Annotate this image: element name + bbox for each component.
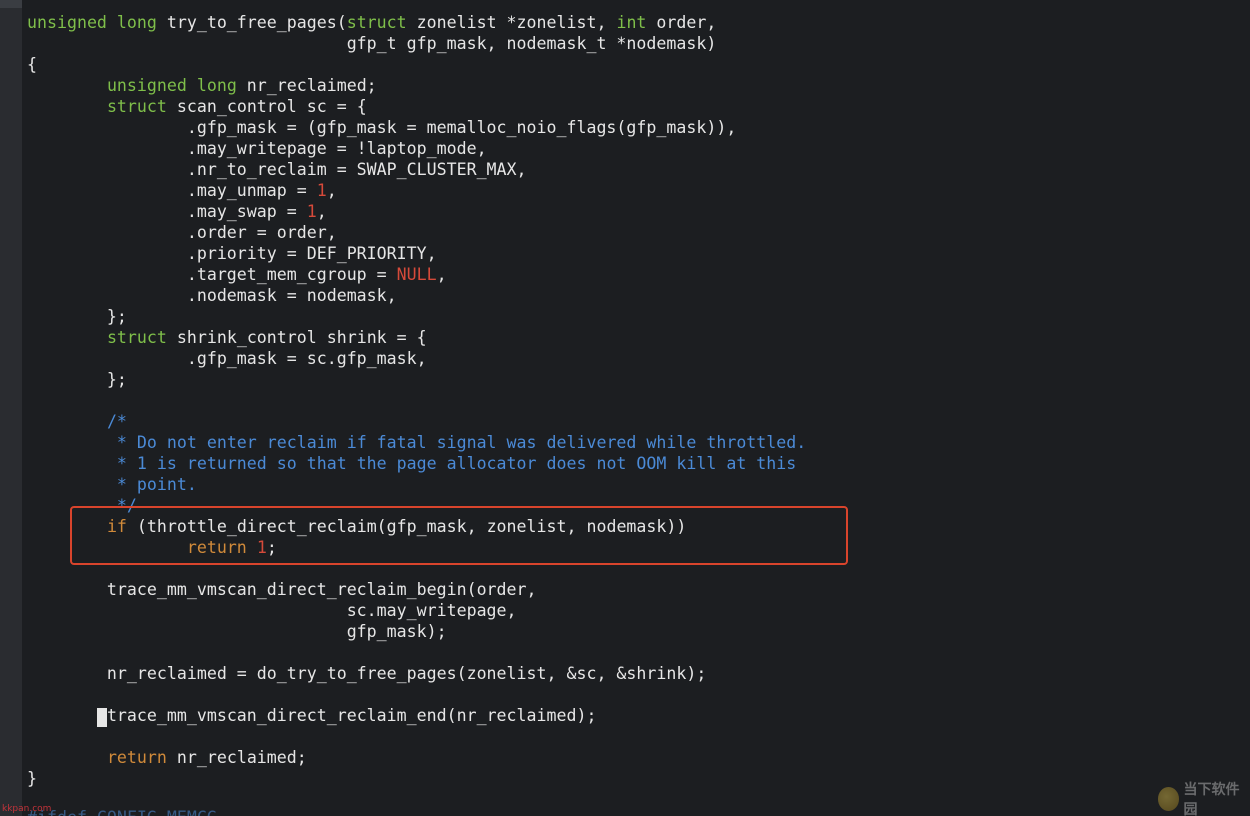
code-token: gfp_t gfp_mask, nodemask_t *nodemask) bbox=[27, 34, 717, 53]
text-cursor bbox=[96, 708, 107, 727]
code-token: .gfp_mask = sc.gfp_mask, bbox=[27, 349, 427, 368]
code-line[interactable]: * point. bbox=[27, 474, 806, 495]
code-token: .may_writepage = !laptop_mode, bbox=[27, 139, 487, 158]
code-token: trace_mm_vmscan_direct_reclaim_end(nr_re… bbox=[106, 706, 597, 725]
code-token: * point. bbox=[116, 475, 197, 494]
code-line[interactable]: unsigned long try_to_free_pages(struct z… bbox=[27, 12, 806, 33]
code-token: .may_swap = bbox=[27, 202, 307, 221]
line-gutter bbox=[0, 0, 22, 816]
code-line[interactable]: gfp_mask); bbox=[27, 621, 806, 642]
code-line[interactable]: .gfp_mask = (gfp_mask = memalloc_noio_fl… bbox=[27, 117, 806, 138]
code-token: unsigned long bbox=[106, 76, 237, 95]
watermark-right: 当下软件园 bbox=[1158, 782, 1246, 816]
code-line[interactable]: trace_mm_vmscan_direct_reclaim_end(nr_re… bbox=[27, 705, 806, 727]
code-token: NULL bbox=[396, 265, 437, 284]
code-line[interactable]: .target_mem_cgroup = NULL, bbox=[27, 264, 806, 285]
code-token: nr_reclaimed; bbox=[236, 76, 377, 95]
code-line[interactable]: trace_mm_vmscan_direct_reclaim_begin(ord… bbox=[27, 579, 806, 600]
code-line[interactable]: .may_swap = 1, bbox=[27, 201, 806, 222]
code-line[interactable]: } bbox=[27, 768, 806, 789]
code-line[interactable]: .nodemask = nodemask, bbox=[27, 285, 806, 306]
code-token: struct bbox=[106, 97, 167, 116]
code-token: }; bbox=[27, 370, 127, 389]
code-line[interactable]: { bbox=[27, 54, 806, 75]
code-line[interactable]: .gfp_mask = sc.gfp_mask, bbox=[27, 348, 806, 369]
code-token: return bbox=[106, 748, 167, 767]
code-token: * Do not enter reclaim if fatal signal w… bbox=[116, 433, 807, 452]
code-token: try_to_free_pages( bbox=[156, 13, 347, 32]
partial-code-line: #ifdef CONFIG_MEMCG bbox=[27, 808, 217, 816]
code-token: 1 bbox=[316, 181, 327, 200]
code-token: .may_unmap = bbox=[27, 181, 317, 200]
code-token: .nodemask = nodemask, bbox=[27, 286, 397, 305]
code-line[interactable] bbox=[27, 642, 806, 663]
code-token: shrink_control shrink = { bbox=[166, 328, 427, 347]
code-line[interactable]: sc.may_writepage, bbox=[27, 600, 806, 621]
code-token: sc.may_writepage, bbox=[27, 601, 517, 620]
code-token: } bbox=[27, 769, 37, 788]
watermark-right-text: 当下软件园 bbox=[1183, 782, 1240, 816]
code-token: .order = order, bbox=[27, 223, 337, 242]
code-line[interactable]: * 1 is returned so that the page allocat… bbox=[27, 453, 806, 474]
code-token: int bbox=[616, 13, 647, 32]
code-token: .target_mem_cgroup = bbox=[27, 265, 397, 284]
highlight-annotation-box bbox=[70, 506, 848, 565]
code-token: { bbox=[27, 55, 37, 74]
code-token: unsigned long bbox=[27, 13, 157, 32]
code-token: struct bbox=[106, 328, 167, 347]
code-line[interactable]: struct shrink_control shrink = { bbox=[27, 327, 806, 348]
code-line[interactable]: .nr_to_reclaim = SWAP_CLUSTER_MAX, bbox=[27, 159, 806, 180]
code-token: 1 bbox=[306, 202, 317, 221]
code-line[interactable] bbox=[27, 684, 806, 705]
code-line[interactable] bbox=[27, 390, 806, 411]
code-token: /* bbox=[106, 412, 127, 431]
code-token: gfp_mask); bbox=[27, 622, 447, 641]
code-line[interactable]: }; bbox=[27, 306, 806, 327]
code-token: , bbox=[326, 181, 337, 200]
code-token: .priority = DEF_PRIORITY, bbox=[27, 244, 437, 263]
code-token: , bbox=[316, 202, 327, 221]
gutter-marker bbox=[0, 0, 22, 8]
code-token: * 1 is returned so that the page allocat… bbox=[116, 454, 797, 473]
code-line[interactable]: .may_writepage = !laptop_mode, bbox=[27, 138, 806, 159]
code-line[interactable]: }; bbox=[27, 369, 806, 390]
code-line[interactable]: .may_unmap = 1, bbox=[27, 180, 806, 201]
code-line[interactable]: unsigned long nr_reclaimed; bbox=[27, 75, 806, 96]
code-line[interactable]: .priority = DEF_PRIORITY, bbox=[27, 243, 806, 264]
code-line[interactable] bbox=[27, 726, 806, 747]
watermark-left: kkpan.com bbox=[2, 804, 52, 814]
code-line[interactable]: gfp_t gfp_mask, nodemask_t *nodemask) bbox=[27, 33, 806, 54]
code-line[interactable]: struct scan_control sc = { bbox=[27, 96, 806, 117]
code-token: }; bbox=[27, 307, 127, 326]
code-token: , bbox=[436, 265, 447, 284]
code-editor[interactable]: unsigned long try_to_free_pages(struct z… bbox=[0, 0, 1250, 816]
code-token: zonelist *zonelist, bbox=[406, 13, 617, 32]
code-token: order, bbox=[646, 13, 717, 32]
code-line[interactable]: * Do not enter reclaim if fatal signal w… bbox=[27, 432, 806, 453]
code-token: scan_control sc = { bbox=[166, 97, 367, 116]
watermark-logo-icon bbox=[1158, 787, 1180, 811]
code-line[interactable]: .order = order, bbox=[27, 222, 806, 243]
code-line[interactable]: return nr_reclaimed; bbox=[27, 747, 806, 768]
code-line[interactable]: nr_reclaimed = do_try_to_free_pages(zone… bbox=[27, 663, 806, 684]
code-text[interactable]: unsigned long try_to_free_pages(struct z… bbox=[27, 12, 806, 789]
code-token: struct bbox=[346, 13, 407, 32]
code-token: nr_reclaimed; bbox=[166, 748, 307, 767]
code-token: nr_reclaimed = do_try_to_free_pages(zone… bbox=[27, 664, 707, 683]
code-token: .gfp_mask = (gfp_mask = memalloc_noio_fl… bbox=[27, 118, 737, 137]
code-token: .nr_to_reclaim = SWAP_CLUSTER_MAX, bbox=[27, 160, 527, 179]
code-line[interactable]: /* bbox=[27, 411, 806, 432]
code-token: trace_mm_vmscan_direct_reclaim_begin(ord… bbox=[27, 580, 537, 599]
